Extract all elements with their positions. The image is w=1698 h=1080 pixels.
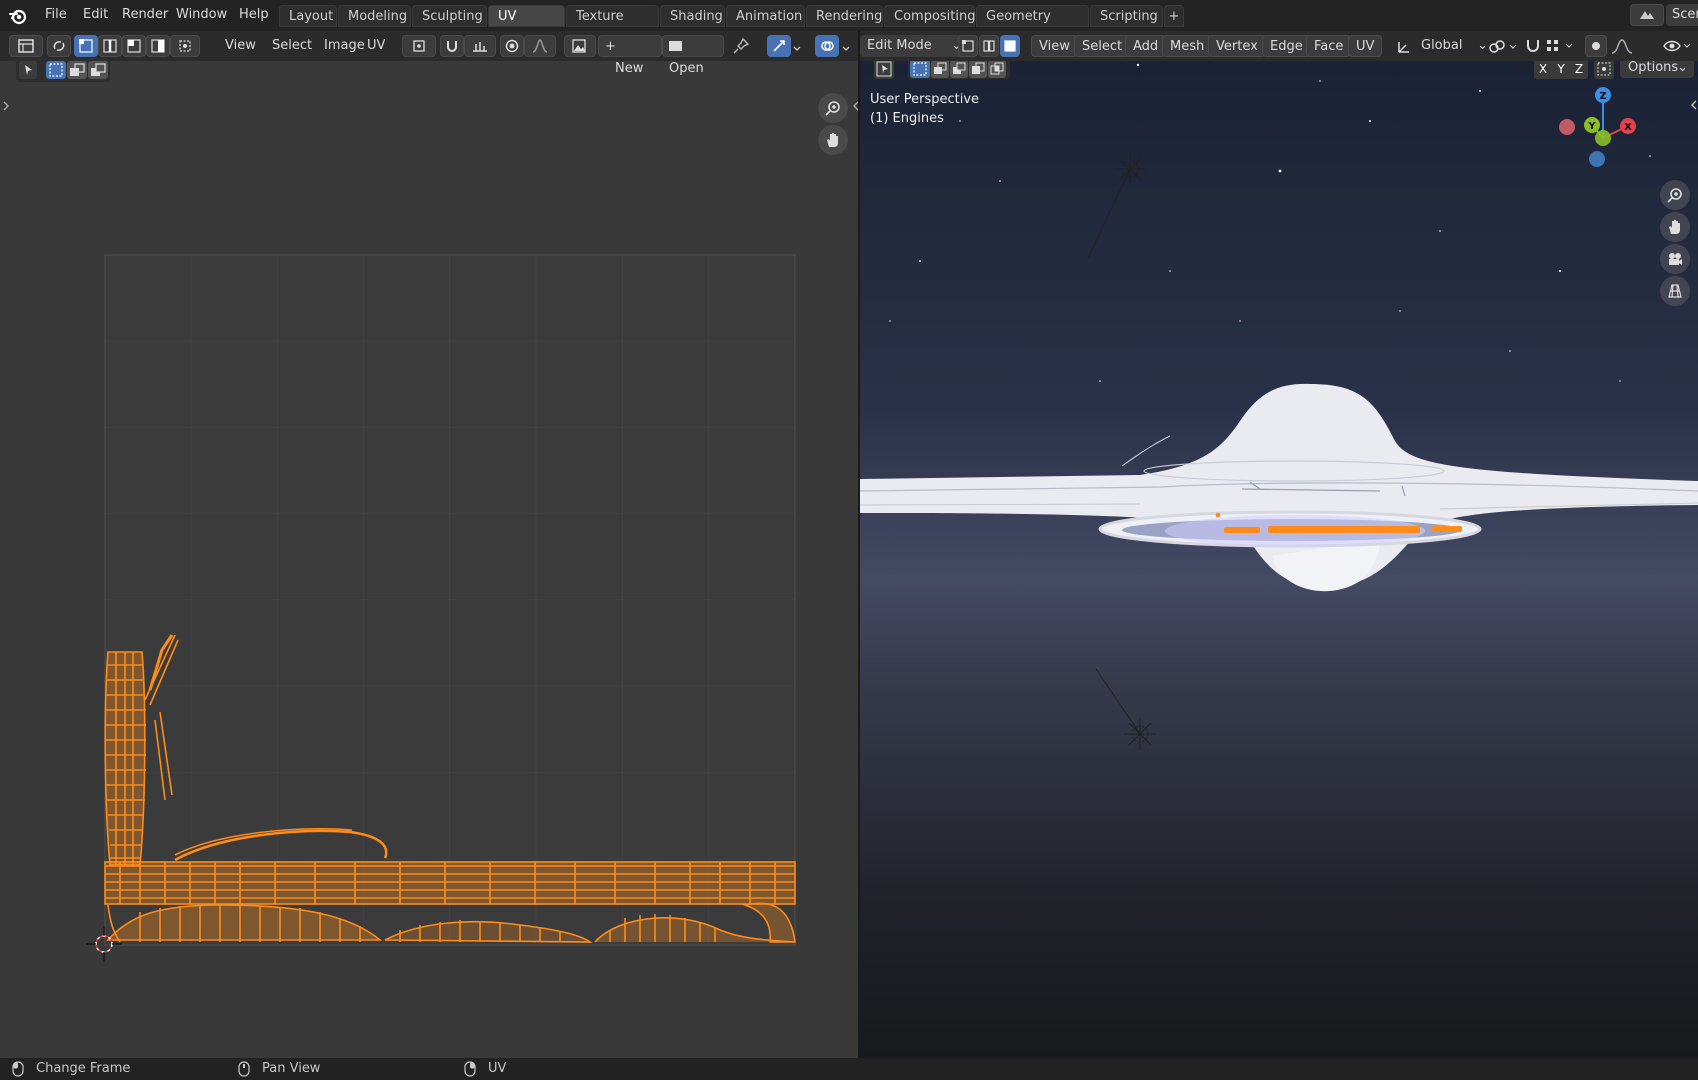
vp-menu-vertex[interactable]: Vertex <box>1208 35 1266 57</box>
options-chevron-icon: ⌄ <box>1677 61 1688 75</box>
vp-pan-hand-icon[interactable] <box>1660 212 1690 242</box>
options-label: Options <box>1628 61 1679 75</box>
stars <box>889 63 1651 382</box>
gizmo-center-handle[interactable] <box>1595 130 1611 146</box>
vp-select-intersect-icon[interactable] <box>988 61 1006 78</box>
gizmo-neg-z-handle[interactable] <box>1589 151 1605 167</box>
orientation-label: Global <box>1421 38 1463 53</box>
vp-select-extend-icon[interactable] <box>931 61 949 78</box>
falloff-icon[interactable] <box>1610 37 1636 55</box>
vp-zoom-icon[interactable] <box>1660 180 1690 210</box>
active-object-label: (1) Engines <box>870 111 944 126</box>
pivot-link-icon[interactable] <box>1488 39 1518 55</box>
vp-menu-mesh[interactable]: Mesh <box>1162 35 1213 57</box>
vp-select-tool-icon[interactable] <box>874 61 894 79</box>
status-bar: Change Frame Pan View UV <box>0 1058 1698 1080</box>
edge-mode-icon[interactable] <box>979 35 999 57</box>
vp-menu-uv[interactable]: UV <box>1348 35 1383 57</box>
vertex-mode-icon[interactable] <box>958 35 978 57</box>
vp-select-new-icon[interactable] <box>910 61 930 78</box>
vp-snap-icon[interactable] <box>1524 37 1542 55</box>
3d-viewport[interactable]: User Perspective (1) Engines X Y Z Optio… <box>860 61 1698 1058</box>
visibility-eye-icon[interactable] <box>1662 37 1692 55</box>
viewport-scene <box>860 63 1698 750</box>
tab-compositing[interactable]: Compositing <box>884 5 976 27</box>
vp-menu-add[interactable]: Add <box>1125 35 1167 57</box>
ortho-grid-icon[interactable] <box>1660 276 1690 306</box>
spaceship-mesh[interactable] <box>860 383 1698 592</box>
status-change-frame: Change Frame <box>36 1061 131 1076</box>
mirror-z-toggle[interactable]: Z <box>1570 61 1588 79</box>
mouse-right-icon <box>464 1061 476 1077</box>
status-uv: UV <box>488 1061 507 1076</box>
proportional-edit-icon[interactable] <box>1585 35 1607 57</box>
mode-label: Edit Mode <box>867 38 932 53</box>
gizmo-z-label: Z <box>1599 91 1606 102</box>
scene-name-field[interactable]: Scen <box>1666 4 1698 26</box>
status-pan-view: Pan View <box>262 1061 321 1076</box>
mirror-axis-group: X Y Z <box>1534 61 1588 79</box>
gizmo-x-label: X <box>1624 122 1632 133</box>
mirror-butterfly-icon[interactable] <box>1514 61 1532 77</box>
gizmo-neg-x-handle[interactable] <box>1559 119 1575 135</box>
transform-orientation-icon[interactable] <box>1396 39 1412 55</box>
scene-selector-icon[interactable] <box>1630 4 1664 26</box>
vp-select-mode-group <box>908 61 1010 79</box>
light-object-icon[interactable] <box>1087 153 1146 259</box>
viewport-perspective-label: User Perspective <box>870 92 980 107</box>
face-mode-icon[interactable] <box>1000 35 1020 57</box>
sidebar-expand-icon[interactable] <box>1690 99 1698 111</box>
tab-geometry-nodes[interactable]: Geometry Nodes <box>976 5 1089 46</box>
viewport-header: Edit Mode ⌄ View Select Add Mesh Vertex … <box>860 31 1698 61</box>
navigation-gizmo[interactable]: Z Y X <box>1550 81 1650 171</box>
add-workspace-button[interactable]: + <box>1164 5 1184 27</box>
tab-scripting[interactable]: Scripting <box>1090 5 1163 27</box>
vp-select-subtract-icon[interactable] <box>950 61 968 78</box>
mirror-y-toggle[interactable]: Y <box>1552 61 1570 79</box>
vp-select-invert-icon[interactable] <box>969 61 987 78</box>
vp-menu-edge[interactable]: Edge <box>1262 35 1311 57</box>
mouse-middle-icon <box>238 1061 250 1077</box>
vp-menu-view[interactable]: View <box>1031 35 1078 57</box>
uv-canvas[interactable] <box>0 0 858 1058</box>
vp-menu-face[interactable]: Face <box>1306 35 1352 57</box>
options-dropdown[interactable]: Options ⌄ <box>1620 61 1694 78</box>
orientation-dropdown[interactable]: Global ⌄ <box>1414 35 1492 57</box>
light-object-2-icon[interactable] <box>1095 668 1156 750</box>
auto-merge-icon[interactable] <box>1594 61 1614 79</box>
mouse-left-icon <box>12 1061 24 1077</box>
mirror-x-toggle[interactable]: X <box>1534 61 1552 79</box>
snap-target-icon[interactable] <box>1544 37 1578 55</box>
vp-menu-select[interactable]: Select <box>1074 35 1131 57</box>
camera-view-icon[interactable] <box>1660 244 1690 274</box>
orientation-chevron-icon: ⌄ <box>1477 38 1488 53</box>
mode-selector[interactable]: Edit Mode ⌄ <box>860 35 968 57</box>
gizmo-y-label: Y <box>1587 121 1596 132</box>
